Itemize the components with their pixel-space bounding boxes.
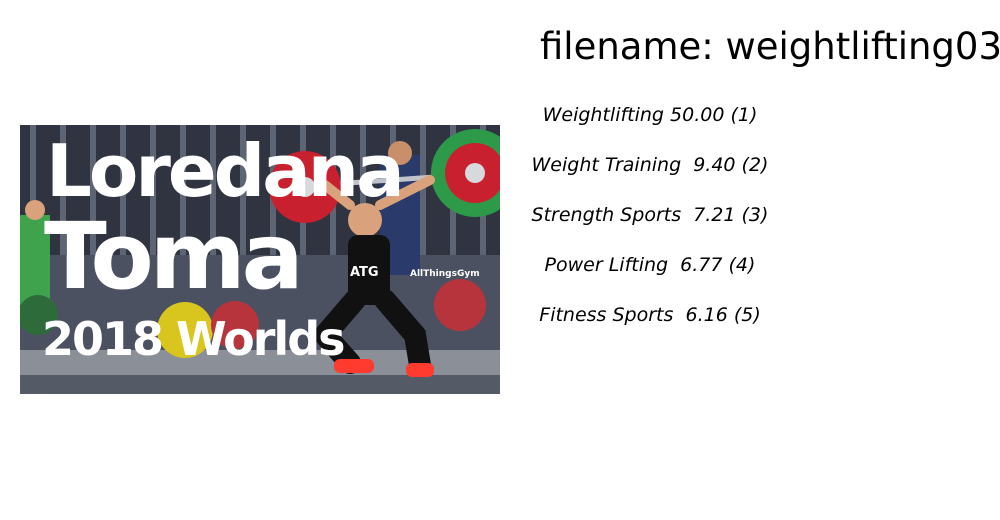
overlay-athlete-last-name: Toma xyxy=(44,203,304,310)
prediction-list: Weightlifting 50.00 (1) Weight Training … xyxy=(500,99,800,349)
watermark-text: AllThingsGym xyxy=(410,269,480,279)
prediction-item: Fitness Sports 6.16 (5) xyxy=(539,304,761,326)
prediction-item: Strength Sports 7.21 (3) xyxy=(531,204,769,226)
photo-overlay-title: Loredana Toma 2018 Worlds xyxy=(20,125,500,394)
prediction-item: Weightlifting 50.00 (1) xyxy=(542,104,758,126)
shirt-logo-text: ATG xyxy=(350,265,379,280)
filename-label: filename: weightlifting0323.jpg xyxy=(540,25,1000,68)
overlay-athlete-first-name: Loredana xyxy=(46,129,405,213)
prediction-item: Weight Training 9.40 (2) xyxy=(531,154,769,176)
weightlifting-photo: Loredana Toma 2018 Worlds ATG AllThingsG… xyxy=(20,125,500,394)
overlay-event-name: 2018 Worlds xyxy=(42,312,346,366)
prediction-item: Power Lifting 6.77 (4) xyxy=(544,254,756,276)
